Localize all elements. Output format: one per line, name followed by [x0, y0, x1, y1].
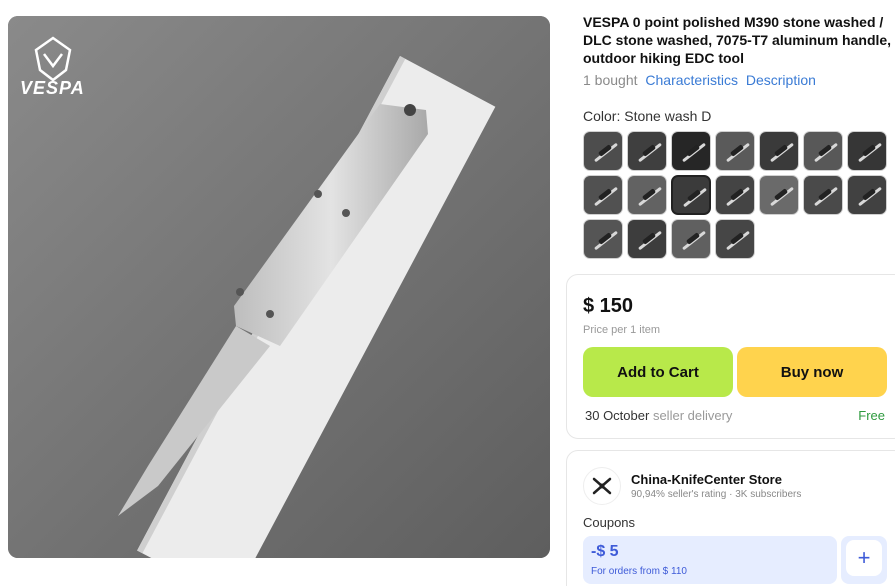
- buy-now-button[interactable]: Buy now: [737, 347, 887, 397]
- store-meta: 90,94% seller's rating · 3K subscribers: [631, 489, 801, 500]
- price-card: $ 150 Price per 1 item Add to Cart Buy n…: [566, 274, 895, 439]
- price: $ 150: [583, 295, 634, 317]
- color-swatch[interactable]: [627, 131, 667, 171]
- color-swatch[interactable]: [803, 131, 843, 171]
- store-card: China-KnifeCenter Store 90,94% seller's …: [566, 450, 895, 586]
- color-swatch[interactable]: [671, 175, 711, 215]
- add-coupon-button[interactable]: +: [846, 540, 882, 576]
- color-swatch[interactable]: [627, 219, 667, 259]
- color-label: Color: Stone wash D: [583, 108, 712, 124]
- product-meta-row: 1 bought Characteristics Description: [583, 72, 816, 88]
- subscriber-count: 3K subscribers: [735, 489, 802, 500]
- add-coupon-container: +: [841, 536, 887, 584]
- add-to-cart-button[interactable]: Add to Cart: [583, 347, 733, 397]
- color-swatch[interactable]: [715, 219, 755, 259]
- color-swatch[interactable]: [759, 175, 799, 215]
- color-swatch[interactable]: [759, 131, 799, 171]
- vespa-logo-icon: [34, 36, 72, 82]
- knife-and-ruler-photo: [8, 16, 550, 558]
- delivery-info: 30 October seller delivery: [585, 408, 732, 423]
- color-swatch[interactable]: [715, 175, 755, 215]
- knife-cross-icon: [592, 477, 612, 495]
- color-swatch[interactable]: [671, 131, 711, 171]
- color-swatch[interactable]: [627, 175, 667, 215]
- brand-logo-text: VESPA: [20, 78, 85, 98]
- bought-count: 1 bought: [583, 72, 638, 88]
- delivery-text: seller delivery: [652, 408, 733, 423]
- color-swatch[interactable]: [583, 131, 623, 171]
- color-swatch[interactable]: [583, 219, 623, 259]
- description-link[interactable]: Description: [746, 72, 816, 88]
- delivery-cost: Free: [858, 408, 885, 423]
- product-main-image[interactable]: VESPA: [8, 16, 550, 558]
- delivery-date: 30 October: [585, 408, 650, 423]
- color-swatch[interactable]: [847, 175, 887, 215]
- store-name[interactable]: China-KnifeCenter Store: [631, 472, 782, 487]
- color-swatch-grid: [583, 131, 895, 259]
- coupon-card[interactable]: -$ 5 For orders from $ 110: [583, 536, 837, 584]
- color-swatch[interactable]: [803, 175, 843, 215]
- color-swatch[interactable]: [715, 131, 755, 171]
- price-note: Price per 1 item: [583, 324, 661, 336]
- seller-rating: 90,94% seller's rating: [631, 489, 727, 500]
- color-swatch[interactable]: [847, 131, 887, 171]
- product-title: VESPA 0 point polished M390 stone washed…: [583, 14, 892, 66]
- meta-separator: ·: [729, 489, 733, 500]
- color-swatch[interactable]: [671, 219, 711, 259]
- coupon-condition: For orders from $ 110: [591, 566, 687, 577]
- coupon-amount: -$ 5: [591, 543, 619, 560]
- store-logo-icon[interactable]: [583, 467, 621, 505]
- coupons-label: Coupons: [583, 515, 636, 530]
- characteristics-link[interactable]: Characteristics: [645, 72, 738, 88]
- color-swatch[interactable]: [583, 175, 623, 215]
